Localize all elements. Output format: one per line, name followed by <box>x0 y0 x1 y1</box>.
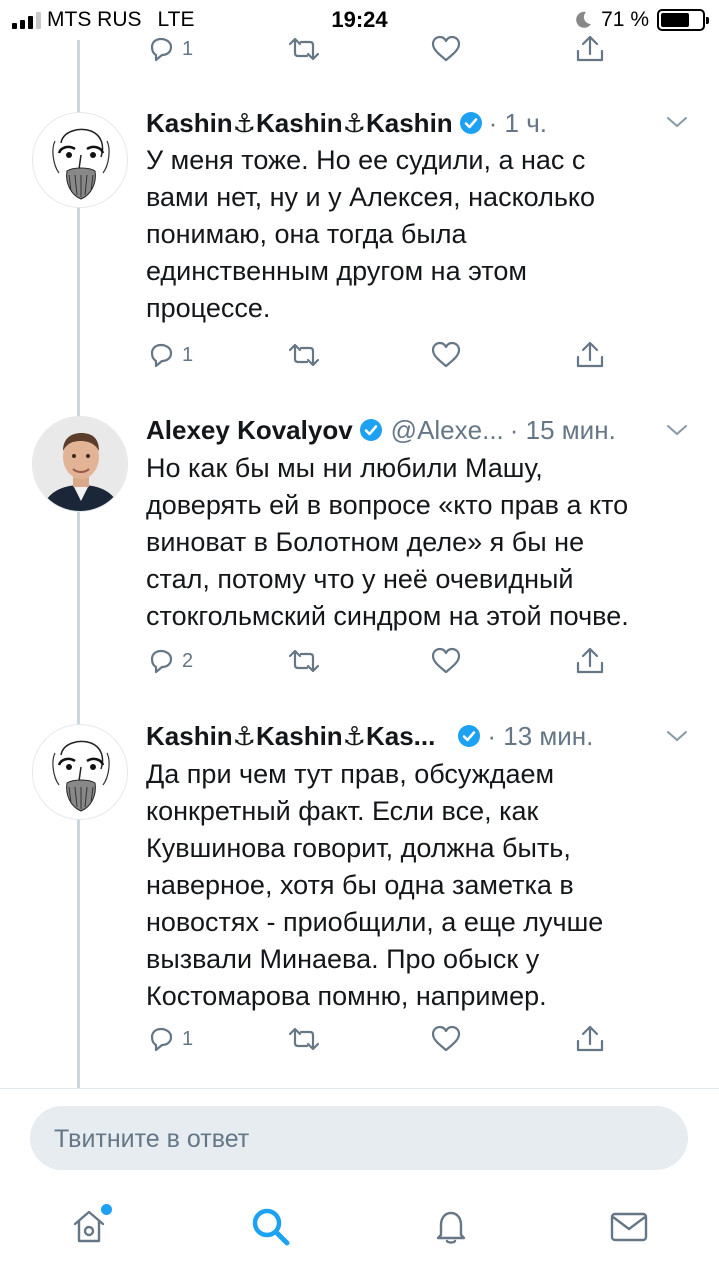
tweet-text-line: единственным другом на этом <box>146 256 527 286</box>
like-button[interactable] <box>430 34 462 64</box>
tweet-actions-previous: 1 <box>146 34 616 74</box>
share-button[interactable] <box>574 646 606 676</box>
tweet-text-line: Костомарова помню, например. <box>146 981 547 1011</box>
tweet-text-line: вызвали Минаева. Про обыск у <box>146 944 540 974</box>
bottom-tab-bar <box>0 1190 719 1280</box>
reply-count: 1 <box>182 343 194 366</box>
heart-icon <box>431 341 461 368</box>
retweet-icon <box>288 37 320 61</box>
avatar[interactable] <box>32 724 128 820</box>
reply-button[interactable]: 1 <box>146 1024 193 1054</box>
heart-icon <box>431 35 461 62</box>
tweet-time[interactable]: · 15 мин. <box>510 415 616 446</box>
tweet-header: Alexey Kovalyov @Alexe... · 15 мин. <box>146 414 616 446</box>
reply-icon <box>150 1027 173 1052</box>
reply-button[interactable]: 2 <box>146 646 193 676</box>
tweet-time[interactable]: · 1 ч. <box>489 108 547 139</box>
tweet-text: У меня тоже. Но ее судили, а нас с вами … <box>146 142 706 327</box>
retweet-button[interactable] <box>286 34 322 64</box>
search-icon <box>252 1208 290 1246</box>
tweet-text-line: виноват в Болотном деле» я бы не <box>146 527 585 557</box>
profile-photo-avatar-image <box>33 417 127 511</box>
do-not-disturb-moon-icon <box>576 11 592 28</box>
reply-input-placeholder: Твитните в ответ <box>54 1125 250 1153</box>
new-content-dot <box>101 1204 112 1215</box>
tweet-text-line: доверять ей в вопросе «кто прав а кто <box>146 490 629 520</box>
tweet-text-line: вами нет, ну и у Алексея, насколько <box>146 182 596 212</box>
envelope-icon <box>610 1212 648 1242</box>
heart-icon <box>431 647 461 674</box>
tweet-actions: 2 <box>146 646 616 686</box>
retweet-button[interactable] <box>286 340 322 370</box>
avatar[interactable] <box>32 416 128 512</box>
tweet-text-line: понимаю, она тогда была <box>146 219 467 249</box>
verified-badge-icon <box>458 725 481 747</box>
avatar[interactable] <box>32 112 128 208</box>
tweet-actions: 1 <box>146 340 616 380</box>
like-button[interactable] <box>430 1024 462 1054</box>
share-icon <box>576 1025 604 1052</box>
retweet-icon <box>288 1027 320 1051</box>
chevron-down-icon[interactable] <box>665 728 689 744</box>
like-button[interactable] <box>430 340 462 370</box>
tweet-actions: 1 <box>146 1024 616 1064</box>
reply-count: 1 <box>182 1027 194 1050</box>
heart-icon <box>431 1025 461 1052</box>
author-name[interactable]: Kashin⚓Kashin⚓Kashin <box>146 108 453 139</box>
tab-notifications[interactable] <box>426 1202 476 1252</box>
tweet-text-line: процессе. <box>146 293 271 323</box>
reply-count: 2 <box>182 649 194 672</box>
reply-input[interactable]: Твитните в ответ <box>30 1106 688 1170</box>
author-name[interactable]: Kashin⚓Kashin⚓Kas... <box>146 721 435 752</box>
reply-icon <box>150 649 173 674</box>
tweet-header: Kashin⚓Kashin⚓Kashin · 1 ч. <box>146 107 547 139</box>
tweet-text-line: стокгольмский синдром на этой почве. <box>146 601 629 631</box>
tweet-text-line: стал, потому что у неё очевидный <box>146 564 574 594</box>
verified-badge-icon <box>459 112 482 134</box>
reply-button[interactable]: 1 <box>146 340 193 370</box>
share-button[interactable] <box>574 1024 606 1054</box>
tweet-text-line: Кувшинова говорит, должна быть, <box>146 833 571 863</box>
author-handle[interactable]: @Alexe... <box>391 415 504 446</box>
tweet-text-line: конкретный факт. Если все, как <box>146 796 539 826</box>
tab-home[interactable] <box>64 1202 114 1252</box>
tweet-text-line: У меня тоже. Но ее судили, а нас с <box>146 145 586 175</box>
tweet-text-line: новостях - приобщили, а еще лучше <box>146 907 604 937</box>
share-icon <box>576 647 604 674</box>
tab-search[interactable] <box>246 1202 296 1252</box>
tweet-text: Но как бы мы ни любили Машу, доверять ей… <box>146 450 706 635</box>
share-icon <box>576 35 604 62</box>
divider <box>0 1088 719 1089</box>
author-name[interactable]: Alexey Kovalyov <box>146 415 353 446</box>
sketched-face-avatar-image <box>33 725 127 819</box>
tab-messages[interactable] <box>604 1202 654 1252</box>
verified-badge-icon <box>359 419 382 441</box>
retweet-icon <box>288 649 320 673</box>
tweet-text: Да при чем тут прав, обсуждаем конкретны… <box>146 756 706 1015</box>
tweet-text-line: Да при чем тут прав, обсуждаем <box>146 759 555 789</box>
share-icon <box>576 341 604 368</box>
reply-count: 1 <box>182 37 194 60</box>
tweet-time[interactable]: · 13 мин. <box>487 721 593 752</box>
reply-button[interactable]: 1 <box>146 34 193 64</box>
retweet-button[interactable] <box>286 646 322 676</box>
tweet-header: Kashin⚓Kashin⚓Kas... · 13 мин. <box>146 720 593 752</box>
battery-percent: 71 % <box>601 8 649 31</box>
chevron-down-icon[interactable] <box>665 422 689 438</box>
like-button[interactable] <box>430 646 462 676</box>
tweet-text-line: наверное, хотя бы одна заметка в <box>146 870 574 900</box>
share-button[interactable] <box>574 340 606 370</box>
share-button[interactable] <box>574 34 606 64</box>
chevron-down-icon[interactable] <box>665 114 689 130</box>
sketched-face-avatar-image <box>33 113 127 207</box>
retweet-button[interactable] <box>286 1024 322 1054</box>
tweet-text-line: Но как бы мы ни любили Машу, <box>146 453 543 483</box>
reply-icon <box>150 343 173 368</box>
reply-icon <box>150 37 173 62</box>
bell-icon <box>436 1211 466 1244</box>
retweet-icon <box>288 343 320 367</box>
battery-icon <box>657 9 709 31</box>
status-right: 71 % <box>573 8 709 32</box>
